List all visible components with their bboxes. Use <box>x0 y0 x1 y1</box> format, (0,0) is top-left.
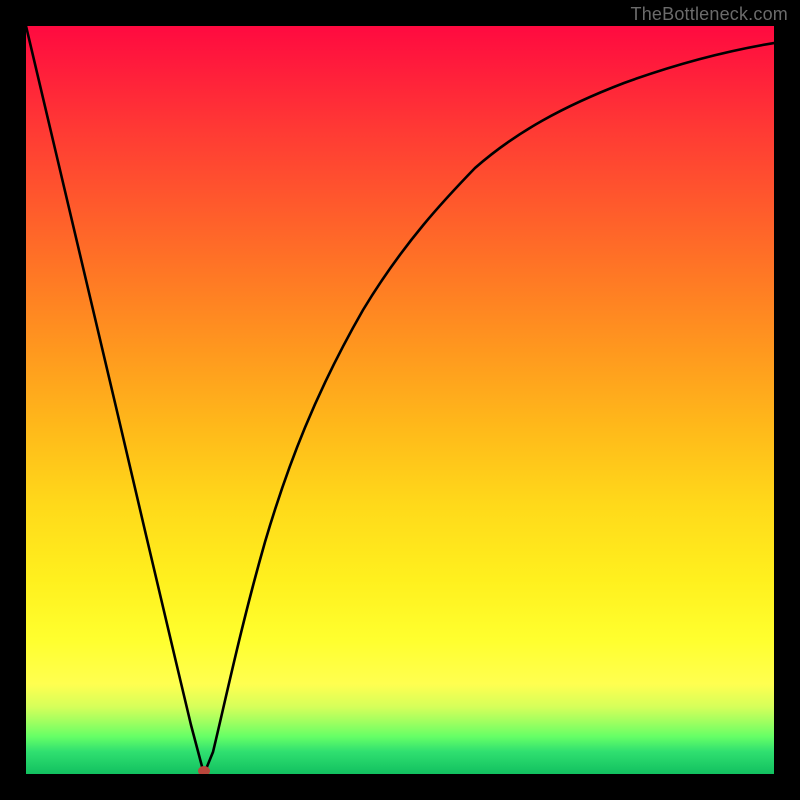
bottleneck-curve-stroke <box>26 26 774 774</box>
plot-area <box>26 26 774 774</box>
bottleneck-chart: TheBottleneck.com <box>0 0 800 800</box>
optimal-point-marker <box>198 766 210 774</box>
curve-layer <box>26 26 774 774</box>
watermark-text: TheBottleneck.com <box>631 4 788 25</box>
